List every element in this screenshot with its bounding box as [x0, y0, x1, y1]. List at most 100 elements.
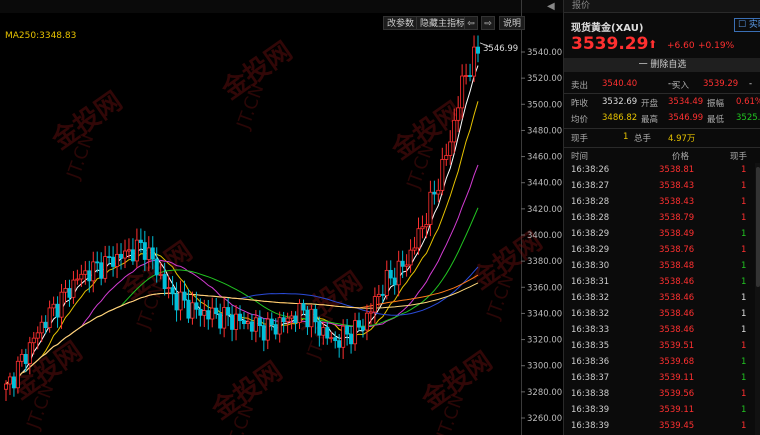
- candle-body: [107, 256, 112, 259]
- tick-time: 16:38:38: [571, 389, 610, 399]
- scroll-thumb[interactable]: [756, 167, 760, 287]
- realtime-button[interactable]: ☐ 实时: [734, 18, 760, 32]
- tick-row: 16:38:27 3538.43 1: [564, 180, 760, 192]
- ticks-header-price: 价格: [672, 152, 690, 162]
- tick-row: 16:38:37 3539.11 1: [564, 372, 760, 384]
- tick-row: 16:38:36 3539.68 1: [564, 356, 760, 368]
- candle-body: [424, 224, 429, 228]
- tick-price: 3538.46: [659, 277, 695, 287]
- candle-body: [158, 274, 163, 276]
- tick-price: 3539.68: [659, 357, 695, 367]
- tick-row: 16:38:35 3539.51 1: [564, 340, 760, 352]
- candle-body: [305, 309, 310, 328]
- candle-body: [198, 308, 203, 316]
- ticks-scrollbar[interactable]: [755, 163, 760, 435]
- candle-body: [472, 46, 477, 77]
- price-axis-label: 3300.00: [527, 362, 562, 372]
- tick-price: 3538.76: [659, 245, 695, 255]
- tick-time: 16:38:33: [571, 325, 610, 335]
- candle-body: [269, 318, 274, 325]
- candle-body: [432, 191, 437, 195]
- candle-body: [43, 321, 48, 329]
- open-label: 开盘: [641, 99, 659, 109]
- ticks-header-time: 时间: [571, 152, 589, 162]
- tick-price: 3538.43: [659, 181, 695, 191]
- price-change-pct: +0.19%: [698, 41, 735, 51]
- tick-volume: 1: [741, 165, 747, 175]
- candle-body: [376, 293, 381, 297]
- candle-body: [452, 119, 457, 143]
- arrow-left-icon[interactable]: ⇦: [464, 16, 478, 30]
- ticks-header-vol: 现手: [730, 152, 748, 162]
- candle-body: [174, 293, 179, 311]
- candle-body: [31, 337, 36, 344]
- change-params-button[interactable]: 改参数: [383, 16, 419, 30]
- candle-body: [325, 327, 330, 339]
- price-axis-label: 3320.00: [527, 336, 562, 346]
- sell-label: 卖出: [571, 81, 589, 91]
- candle-body: [122, 250, 127, 259]
- candle-body: [210, 307, 215, 320]
- candle-body: [404, 264, 409, 267]
- candle-body: [166, 287, 171, 290]
- candle-body: [59, 291, 64, 318]
- candle-body: [261, 325, 266, 341]
- tick-volume: 1: [741, 197, 747, 207]
- candle-body: [448, 141, 453, 156]
- chart-canvas[interactable]: 金投网JT.CN金投网JT.CN 金投网JT.CN金投网JT.CN 金投网JT.CN…: [0, 0, 563, 435]
- tick-price: 3538.46: [659, 293, 695, 303]
- buy-dash: -: [749, 79, 753, 89]
- chevron-left-icon[interactable]: ◀: [547, 1, 561, 15]
- delete-watchlist-button[interactable]: 一 删除自选: [564, 58, 760, 72]
- tick-price: 3539.11: [659, 373, 695, 383]
- ma250-label: MA250:3348.83: [5, 31, 77, 41]
- tick-volume: 1: [741, 405, 747, 415]
- prev-close-value: 3532.69: [602, 97, 638, 107]
- price-axis-label: 3260.00: [527, 414, 562, 424]
- help-button[interactable]: 说明: [499, 16, 526, 30]
- candle-body: [222, 307, 227, 329]
- current-volume-label: 现手: [571, 134, 589, 144]
- candle-body: [146, 247, 151, 260]
- candle-body: [440, 159, 445, 191]
- ticks-header: 时间 价格 现手: [564, 148, 760, 163]
- candle-body: [408, 249, 413, 266]
- candle-body: [95, 261, 100, 264]
- candle-body: [245, 321, 250, 325]
- candle-body: [142, 242, 147, 260]
- candle-body: [63, 288, 68, 293]
- high-price-label: 3546.99: [483, 44, 518, 54]
- tick-time: 16:38:37: [571, 373, 610, 383]
- candle-body: [241, 320, 246, 325]
- tab-quote[interactable]: 报价: [564, 0, 760, 13]
- up-arrow-icon: ⬆: [648, 38, 658, 51]
- hide-indicator-button[interactable]: 隐藏主指标: [416, 16, 470, 30]
- arrow-right-icon[interactable]: ⇨: [481, 16, 495, 30]
- price-axis-label: 3520.00: [527, 74, 562, 84]
- candle-body: [353, 320, 358, 345]
- price-axis-label: 3380.00: [527, 257, 562, 267]
- candle-body: [289, 315, 294, 319]
- price-axis-label: 3340.00: [527, 309, 562, 319]
- candle-body: [119, 253, 124, 259]
- candle-body: [47, 307, 52, 329]
- tick-volume: 1: [741, 389, 747, 399]
- candle-body: [194, 302, 199, 310]
- candle-body: [468, 75, 473, 77]
- candle-body: [301, 303, 306, 311]
- candle-body: [249, 321, 254, 332]
- tick-row: 16:38:26 3538.81 1: [564, 164, 760, 176]
- candle-body: [265, 318, 270, 341]
- tick-price: 3538.46: [659, 309, 695, 319]
- symbol-name: 现货黄金(XAU): [571, 23, 644, 34]
- candlestick-chart[interactable]: 金投网 JT.CN 金投网 JT.CN 金投网 JT.CN 金投网 JT.CN 金投网 JT.CN…: [0, 0, 563, 435]
- avg-label: 均价: [571, 115, 589, 125]
- candle-body: [230, 314, 235, 330]
- candle-body: [464, 75, 469, 77]
- quote-row-sellbuy: 卖出 3540.40 --- 买入 3539.29 -: [564, 76, 760, 92]
- candle-body: [364, 312, 369, 331]
- candle-body: [23, 353, 28, 364]
- tick-row: 16:38:29 3538.76 1: [564, 244, 760, 256]
- candle-body: [388, 269, 393, 279]
- candle-body: [333, 337, 338, 342]
